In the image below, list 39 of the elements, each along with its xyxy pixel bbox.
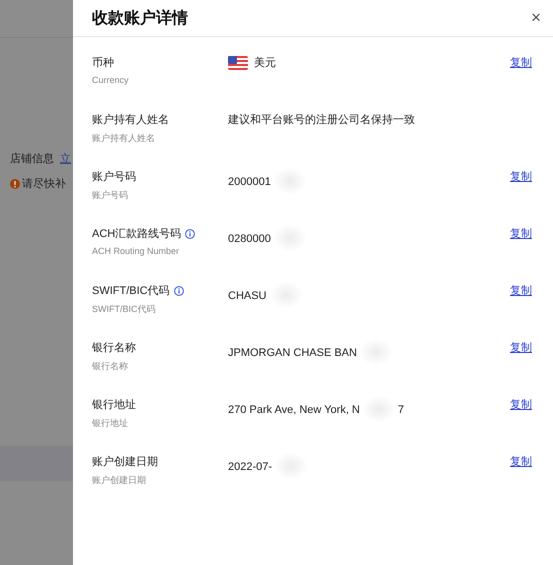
field-label: ACH汇款路线号码: [92, 227, 182, 241]
copy-link[interactable]: 复制: [510, 283, 532, 298]
copy-link[interactable]: 复制: [510, 340, 532, 355]
field-label: SWIFT/BIC代码: [92, 284, 170, 298]
warning-text: 请尽快补: [22, 176, 66, 191]
copy-link[interactable]: 复制: [510, 169, 532, 184]
close-button[interactable]: ×: [531, 8, 541, 28]
field-value: 2022-07-: [228, 461, 272, 473]
copy-link[interactable]: 复制: [510, 226, 532, 241]
field-label: 币种: [92, 56, 114, 70]
copy-link[interactable]: 复制: [510, 55, 532, 70]
warning-icon: [10, 178, 20, 188]
field-label: 账户号码: [92, 170, 136, 184]
field-value: 美元: [254, 56, 276, 70]
field-sublabel: 账户创建日期: [92, 474, 147, 487]
field-sublabel: 账户号码: [92, 189, 129, 202]
field-value: 2000001: [228, 176, 271, 188]
field-value: CHASU: [228, 290, 267, 302]
info-icon[interactable]: [174, 286, 184, 296]
field-label: 银行地址: [92, 398, 136, 412]
field-value: JPMORGAN CHASE BAN: [228, 347, 357, 359]
field-value: 建议和平台账号的注册公司名保持一致: [228, 112, 415, 127]
field-label: 银行名称: [92, 341, 136, 355]
field-value: 0280000: [228, 233, 271, 245]
field-sublabel: SWIFT/BIC代码: [92, 303, 156, 316]
copy-link[interactable]: 复制: [510, 454, 532, 469]
field-sublabel: Currency: [92, 75, 130, 85]
field-label: 账户创建日期: [92, 454, 158, 469]
field-sublabel: 账户持有人姓名: [92, 132, 156, 145]
field-value: 7: [398, 404, 404, 416]
field-sublabel: 银行名称: [92, 360, 129, 373]
section-title: 店铺信息: [10, 152, 54, 166]
copy-link[interactable]: 复制: [510, 397, 532, 412]
field-value: 270 Park Ave, New York, N: [228, 404, 360, 416]
field-sublabel: 银行地址: [92, 417, 129, 430]
field-sublabel: ACH Routing Number: [92, 246, 180, 256]
drawer-title: 收款账户详情: [92, 8, 188, 28]
field-label: 账户持有人姓名: [92, 112, 169, 127]
info-icon[interactable]: [185, 228, 196, 238]
